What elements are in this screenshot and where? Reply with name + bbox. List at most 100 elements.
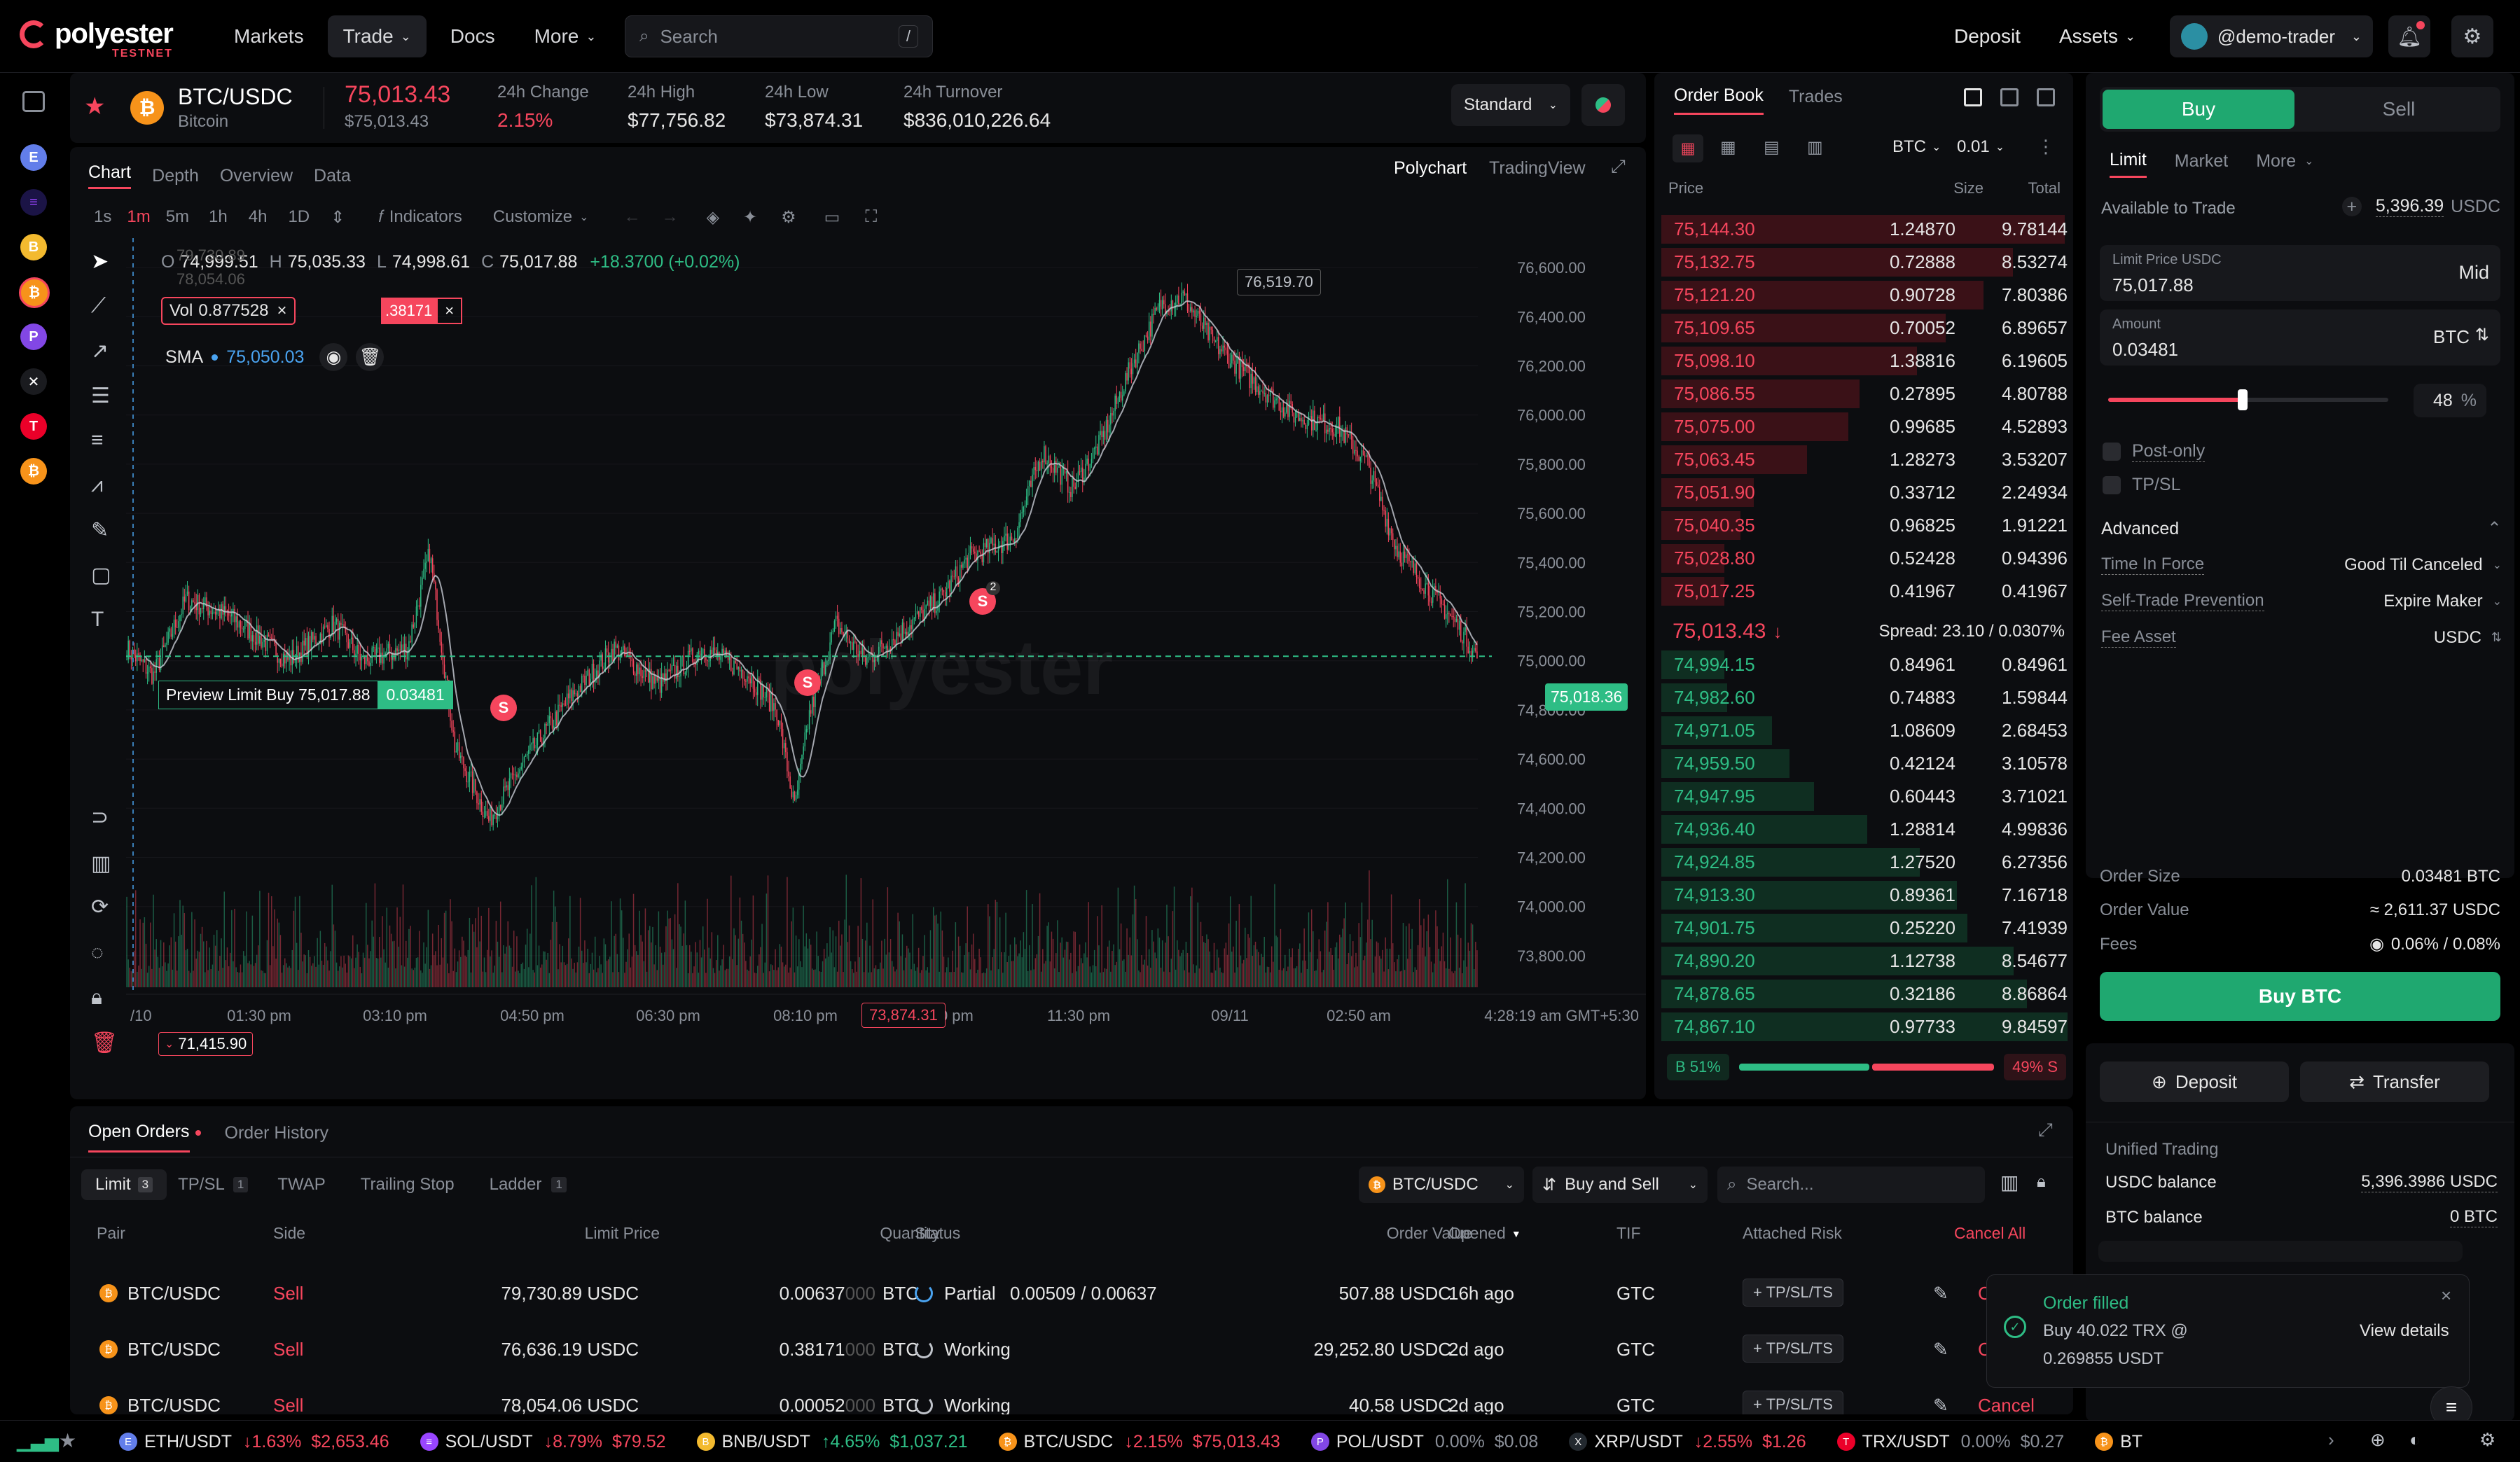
subtab-limit[interactable]: Limit 3 <box>81 1169 167 1200</box>
order-filled-toast[interactable]: ✓ Order filled Buy 40.022 TRX @ 0.269855… <box>1986 1274 2470 1388</box>
tif-select[interactable]: Good Til Canceled <box>2344 555 2482 575</box>
coin-sol-icon[interactable]: ≡ <box>20 189 47 216</box>
attach-risk-button[interactable]: + TP/SL/TS <box>1743 1335 1843 1363</box>
close-icon[interactable]: × <box>436 298 463 324</box>
ticker-item[interactable]: X XRP/USDT ↓2.55% $1.26 <box>1569 1432 1806 1452</box>
coin-btc2-icon[interactable]: ₿ <box>20 458 47 485</box>
deposit-button[interactable]: ⊕ Deposit <box>2100 1061 2289 1102</box>
interval-1m[interactable]: 1m <box>127 207 150 227</box>
swap-icon[interactable]: ⇅ <box>2475 325 2489 345</box>
bid-row[interactable]: 74,924.85 1.27520 6.27356 <box>1661 846 2068 879</box>
bid-row[interactable]: 74,959.50 0.42124 3.10578 <box>1661 747 2068 780</box>
ask-row[interactable]: 75,121.20 0.90728 7.80386 <box>1661 279 2068 312</box>
bid-row[interactable]: 74,878.65 0.32186 8.86864 <box>1661 977 2068 1010</box>
fib-icon[interactable]: ☰ <box>91 384 110 408</box>
mode-select[interactable]: Standard ⌄ <box>1451 84 1570 126</box>
ticker-item[interactable]: E ETH/USDT ↓1.63% $2,653.46 <box>119 1432 389 1452</box>
order-row[interactable]: ₿ BTC/USDC Sell 76,636.19 USDC 0.38171 000 BTC… <box>70 1322 2052 1378</box>
redo-icon[interactable]: → <box>662 207 679 227</box>
interval-5m[interactable]: 5m <box>166 207 189 227</box>
ticker-item[interactable]: P POL/USDT 0.00% $0.08 <box>1310 1432 1538 1452</box>
view-asks-icon[interactable]: ▥ <box>1807 137 1823 158</box>
post-only-checkbox[interactable]: Post-only <box>2103 441 2206 462</box>
settings-icon[interactable]: ⚙ <box>2479 1429 2495 1451</box>
attach-risk-button[interactable]: + TP/SL/TS <box>1743 1279 1843 1307</box>
subtab-tpsl[interactable]: TP/SL 1 <box>178 1175 249 1195</box>
buy-tab[interactable]: Buy <box>2103 90 2294 129</box>
columns-icon[interactable]: ▥ <box>2000 1171 2019 1194</box>
col-opened[interactable]: Opened ▼ <box>1448 1224 1521 1243</box>
sell-marker[interactable]: S <box>490 695 517 721</box>
amount-field[interactable]: Amount 0.03481 BTC ⇅ <box>2100 309 2500 366</box>
view-bids-icon[interactable]: ▤ <box>1764 137 1780 158</box>
trendline-icon[interactable]: ⟋ <box>91 294 106 318</box>
lock-icon[interactable]: 🔒︎ <box>91 986 102 1010</box>
lock-icon[interactable]: 🔒︎ <box>2037 1172 2046 1192</box>
text-icon[interactable]: T <box>91 608 104 632</box>
hide-icon[interactable]: ◌ <box>91 941 104 965</box>
layout-single-icon[interactable] <box>1964 88 1982 106</box>
settings-button[interactable]: ⚙ <box>2451 15 2493 57</box>
tab-trades[interactable]: Trades <box>1789 87 1843 114</box>
slider-handle[interactable] <box>2238 389 2248 410</box>
bid-row[interactable]: 74,982.60 0.74883 1.59844 <box>1661 681 2068 714</box>
ask-row[interactable]: 75,040.35 0.96825 1.91221 <box>1661 509 2068 542</box>
tab-market[interactable]: Market <box>2175 151 2228 177</box>
bid-row[interactable]: 74,971.05 1.08609 2.68453 <box>1661 714 2068 747</box>
globe-icon[interactable]: ⊕ <box>2370 1429 2386 1451</box>
fee-asset-select[interactable]: USDC <box>2434 628 2481 648</box>
side-filter[interactable]: ⇵ Buy and Sell ⌄ <box>1532 1167 1708 1203</box>
eye-icon[interactable]: ◉ <box>319 343 348 371</box>
coin-btc-icon[interactable]: ₿ <box>19 277 50 308</box>
nav-deposit[interactable]: Deposit <box>1954 25 2021 48</box>
measure-icon[interactable]: ▥ <box>91 851 111 876</box>
bid-row[interactable]: 74,867.10 0.97733 9.84597 <box>1661 1010 2068 1043</box>
subtab-ladder[interactable]: Ladder 1 <box>490 1175 567 1195</box>
more-vertical-icon[interactable]: ⋮ <box>2037 136 2055 158</box>
ask-row[interactable]: 75,063.45 1.28273 3.53207 <box>1661 443 2068 476</box>
view-both-icon[interactable]: ▦ <box>1673 134 1703 162</box>
sell-tab[interactable]: Sell <box>2303 90 2495 129</box>
brush-icon[interactable]: ✎ <box>91 518 109 543</box>
coin-pol-icon[interactable]: P <box>20 323 47 350</box>
transfer-button[interactable]: ⇄ Transfer <box>2300 1061 2489 1102</box>
pair-name[interactable]: BTC/USDC <box>178 84 293 110</box>
trash-icon[interactable]: 🗑︎ <box>356 343 385 371</box>
unit-select[interactable]: BTC ⌄ <box>1892 137 1941 157</box>
theme-toggle[interactable] <box>1581 84 1625 126</box>
ask-row[interactable]: 75,051.90 0.33712 2.24934 <box>1661 476 2068 509</box>
coin-eth-icon[interactable]: E <box>20 144 47 171</box>
nav-trade[interactable]: Trade ⌄ <box>327 15 427 57</box>
edit-icon[interactable]: ✎ <box>1933 1339 1948 1360</box>
order-pair[interactable]: BTC/USDC <box>127 1339 221 1360</box>
bid-row[interactable]: 74,936.40 1.28814 4.99836 <box>1661 813 2068 846</box>
tpsl-checkbox[interactable]: TP/SL <box>2103 475 2180 495</box>
user-menu[interactable]: @demo-trader ⌄ <box>2170 15 2373 57</box>
contrast-icon[interactable]: ◐ <box>2409 1429 2421 1451</box>
ask-row[interactable]: 75,132.75 0.72888 8.53274 <box>1661 246 2068 279</box>
tab-more[interactable]: More <box>2256 151 2296 177</box>
order-pair[interactable]: BTC/USDC <box>127 1395 221 1414</box>
layout-side-icon[interactable] <box>2037 88 2055 106</box>
step-select[interactable]: 0.01 ⌄ <box>1957 137 2005 157</box>
ticker-item[interactable]: ₿ BT <box>2095 1432 2164 1452</box>
coin-xrp-icon[interactable]: ✕ <box>20 368 47 395</box>
undo-icon[interactable]: ← <box>624 207 641 227</box>
sidebar-toggle-icon[interactable] <box>22 91 45 112</box>
logo[interactable]: polyester TESTNET <box>20 18 174 60</box>
magnet-icon[interactable]: ⊃ <box>91 805 109 830</box>
limit-price-field[interactable]: Limit Price USDC 75,017.88 Mid <box>2100 245 2500 301</box>
ticker-item[interactable]: T TRX/USDT 0.00% $0.27 <box>1836 1432 2064 1452</box>
layout-split-icon[interactable] <box>2000 88 2019 106</box>
tab-limit[interactable]: Limit <box>2110 150 2147 178</box>
tab-open-orders[interactable]: Open Orders <box>88 1122 190 1153</box>
tab-order-book[interactable]: Order Book <box>1674 85 1764 115</box>
percent-field[interactable]: 48 % <box>2414 384 2486 417</box>
notifications-button[interactable]: 🔔︎ <box>2388 15 2430 57</box>
attach-risk-button[interactable]: + TP/SL/TS <box>1743 1391 1843 1414</box>
ray-icon[interactable]: ↗ <box>91 339 109 363</box>
bid-row[interactable]: 74,947.95 0.60443 3.71021 <box>1661 780 2068 813</box>
toast-view-details[interactable]: View details <box>2360 1321 2449 1341</box>
settings-icon[interactable]: ⚙ <box>781 207 796 228</box>
ask-row[interactable]: 75,075.00 0.99685 4.52893 <box>1661 410 2068 443</box>
